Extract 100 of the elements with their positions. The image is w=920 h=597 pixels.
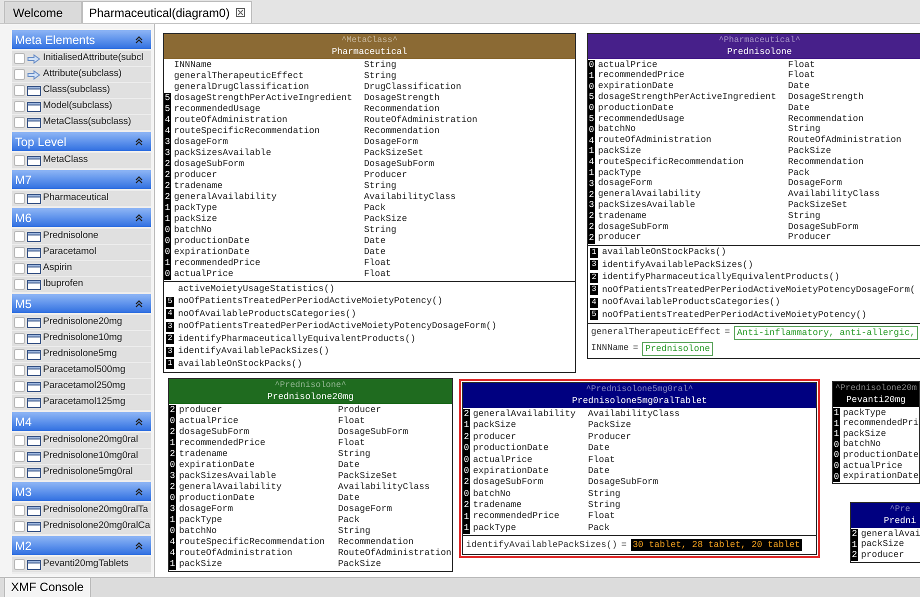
checkbox[interactable] xyxy=(14,69,25,80)
class-node[interactable] xyxy=(168,378,453,572)
checkbox[interactable] xyxy=(14,117,25,128)
palette-item[interactable]: Model(subclass) xyxy=(12,99,151,114)
class-name: Prednisolone20mg xyxy=(267,391,354,403)
checkbox[interactable] xyxy=(14,349,25,360)
operation-name: noOfPatientsTreatedPerPeriodActiveMoietyPotencyDosageForm( xyxy=(602,284,916,297)
checkbox[interactable] xyxy=(14,101,25,112)
equals-sign: = xyxy=(621,538,627,552)
attribute-type: Float xyxy=(338,436,366,450)
rank-badge: 2 xyxy=(590,272,598,283)
palette-item[interactable]: Prednisolone20mg0ralCa xyxy=(12,519,151,534)
checkbox[interactable] xyxy=(14,247,25,258)
palette-item[interactable]: Ibuprofen xyxy=(12,277,151,292)
attribute-name: packType xyxy=(173,202,218,214)
checkbox[interactable] xyxy=(14,467,25,478)
attribute-type: String xyxy=(364,58,396,72)
palette-item[interactable]: InitialisedAttribute(subcl xyxy=(12,51,151,66)
attribute-type: Date xyxy=(588,464,610,478)
attribute-type: Float xyxy=(364,256,392,270)
palette-item[interactable]: Prednisolone5mg xyxy=(12,347,151,362)
attribute-name: dosageSubForm xyxy=(472,476,544,490)
checkbox[interactable] xyxy=(14,505,25,516)
rank-badge: 4 xyxy=(588,136,595,146)
palette-item[interactable]: Prednisolone20mg0ralTa xyxy=(12,503,151,518)
rank-badge: 0 xyxy=(164,247,171,258)
palette-item[interactable]: Class(subclass) xyxy=(12,83,151,98)
checkbox[interactable] xyxy=(14,193,25,204)
attribute-name: dosageSubForm xyxy=(178,426,250,438)
rank-badge: 0 xyxy=(588,60,595,71)
palette-item[interactable]: Prednisolone20mg0ral xyxy=(12,433,151,448)
attribute-name: packType xyxy=(178,514,224,526)
attribute-name: actualPrice xyxy=(472,454,534,466)
attribute-type: DosageStrength xyxy=(364,92,440,104)
close-icon xyxy=(236,8,245,17)
class-node[interactable] xyxy=(163,33,576,372)
palette-item[interactable]: Pharmaceutical xyxy=(12,191,151,206)
attribute-name: packSizesAvailable xyxy=(178,470,278,482)
palette-item[interactable]: Prednisolone10mg xyxy=(12,331,151,346)
checkbox[interactable] xyxy=(14,435,25,446)
collapse-icon xyxy=(135,300,143,308)
palette-item[interactable]: Paracetamol xyxy=(12,245,151,260)
palette-item[interactable]: Paracetamol500mg xyxy=(12,363,151,378)
checkbox[interactable] xyxy=(14,231,25,242)
stereotype-label: ^Pre xyxy=(890,504,910,515)
palette-item[interactable]: Prednisolone xyxy=(12,229,151,244)
attribute-type: String xyxy=(364,224,396,237)
palette-item[interactable]: Paracetamol125mg xyxy=(12,395,151,410)
attribute-name: packType xyxy=(597,166,642,178)
class-node[interactable] xyxy=(587,33,920,359)
checkbox[interactable] xyxy=(14,381,25,392)
class-icon xyxy=(27,264,41,274)
class-node[interactable]: ^Pre Predni 2 generalAvai 1 packSize 2 producer xyxy=(850,502,920,563)
checkbox[interactable] xyxy=(14,279,25,290)
attribute-type: Float xyxy=(588,510,616,524)
rank-badge: 3 xyxy=(169,504,176,515)
editor-tab[interactable]: Welcome xyxy=(4,1,82,23)
palette-item[interactable]: Prednisolone5mg0ral xyxy=(12,465,151,480)
attribute-type: Float xyxy=(788,69,816,82)
attribute-name: dosageSubForm xyxy=(597,220,670,232)
checkbox[interactable] xyxy=(14,397,25,408)
checkbox[interactable] xyxy=(14,333,25,344)
checkbox[interactable] xyxy=(14,521,25,532)
checkbox[interactable] xyxy=(14,155,25,166)
palette-item[interactable]: Pevanti20mgTablets xyxy=(12,557,151,572)
palette-item[interactable]: MetaClass(subclass) xyxy=(12,115,151,130)
class-node[interactable]: ^Prednisolone20m Pevanti20mg 1 packType 1 recommendedPri 1 packSize 0 batchNo 0 productionDate 0 actualPrice 0 expirationDate xyxy=(832,381,920,484)
palette-item[interactable]: Paracetamol250mg xyxy=(12,379,151,394)
palette-item[interactable]: Aspirin xyxy=(12,261,151,276)
attribute-name: productionDate xyxy=(597,102,675,114)
palette-item[interactable]: Prednisolone20mg xyxy=(12,315,151,330)
attribute-type: String xyxy=(588,499,620,512)
slot-value-field[interactable]: Prednisolone xyxy=(642,342,714,356)
class-icon xyxy=(27,350,41,360)
console-tab[interactable]: XMF Console xyxy=(4,578,91,597)
checkbox[interactable] xyxy=(14,317,25,328)
rank-badge: 1 xyxy=(588,168,595,179)
attribute-name: actualPrice xyxy=(842,460,904,472)
checkbox[interactable] xyxy=(14,263,25,274)
attribute-name: dosageStrengthPerActiveIngredient xyxy=(597,91,778,104)
attribute-type: Float xyxy=(338,414,366,428)
slot-value-field[interactable]: Anti-inflammatory, anti-allergic, xyxy=(734,326,918,340)
checkbox[interactable] xyxy=(14,53,25,64)
attribute-name: routeSpecificRecommendation xyxy=(178,536,326,548)
checkbox[interactable] xyxy=(14,85,25,96)
palette-item[interactable]: Prednisolone10mg0ral xyxy=(12,449,151,464)
attribute-type: DosageForm xyxy=(364,136,418,148)
class-icon xyxy=(27,156,41,166)
rank-badge: 1 xyxy=(169,515,176,526)
class-icon xyxy=(27,452,41,462)
palette-item[interactable]: Attribute(subclass) xyxy=(12,67,151,82)
checkbox[interactable] xyxy=(14,559,25,570)
checkbox[interactable] xyxy=(14,451,25,462)
rank-badge: 0 xyxy=(169,416,176,427)
palette-item[interactable]: MetaClass xyxy=(12,153,151,168)
attribute-name: packType xyxy=(472,522,518,535)
rank-badge: 3 xyxy=(588,200,595,212)
rank-badge: 5 xyxy=(164,93,171,104)
editor-tab[interactable]: Pharmaceutical(diagram0) xyxy=(82,1,252,23)
checkbox[interactable] xyxy=(14,365,25,376)
